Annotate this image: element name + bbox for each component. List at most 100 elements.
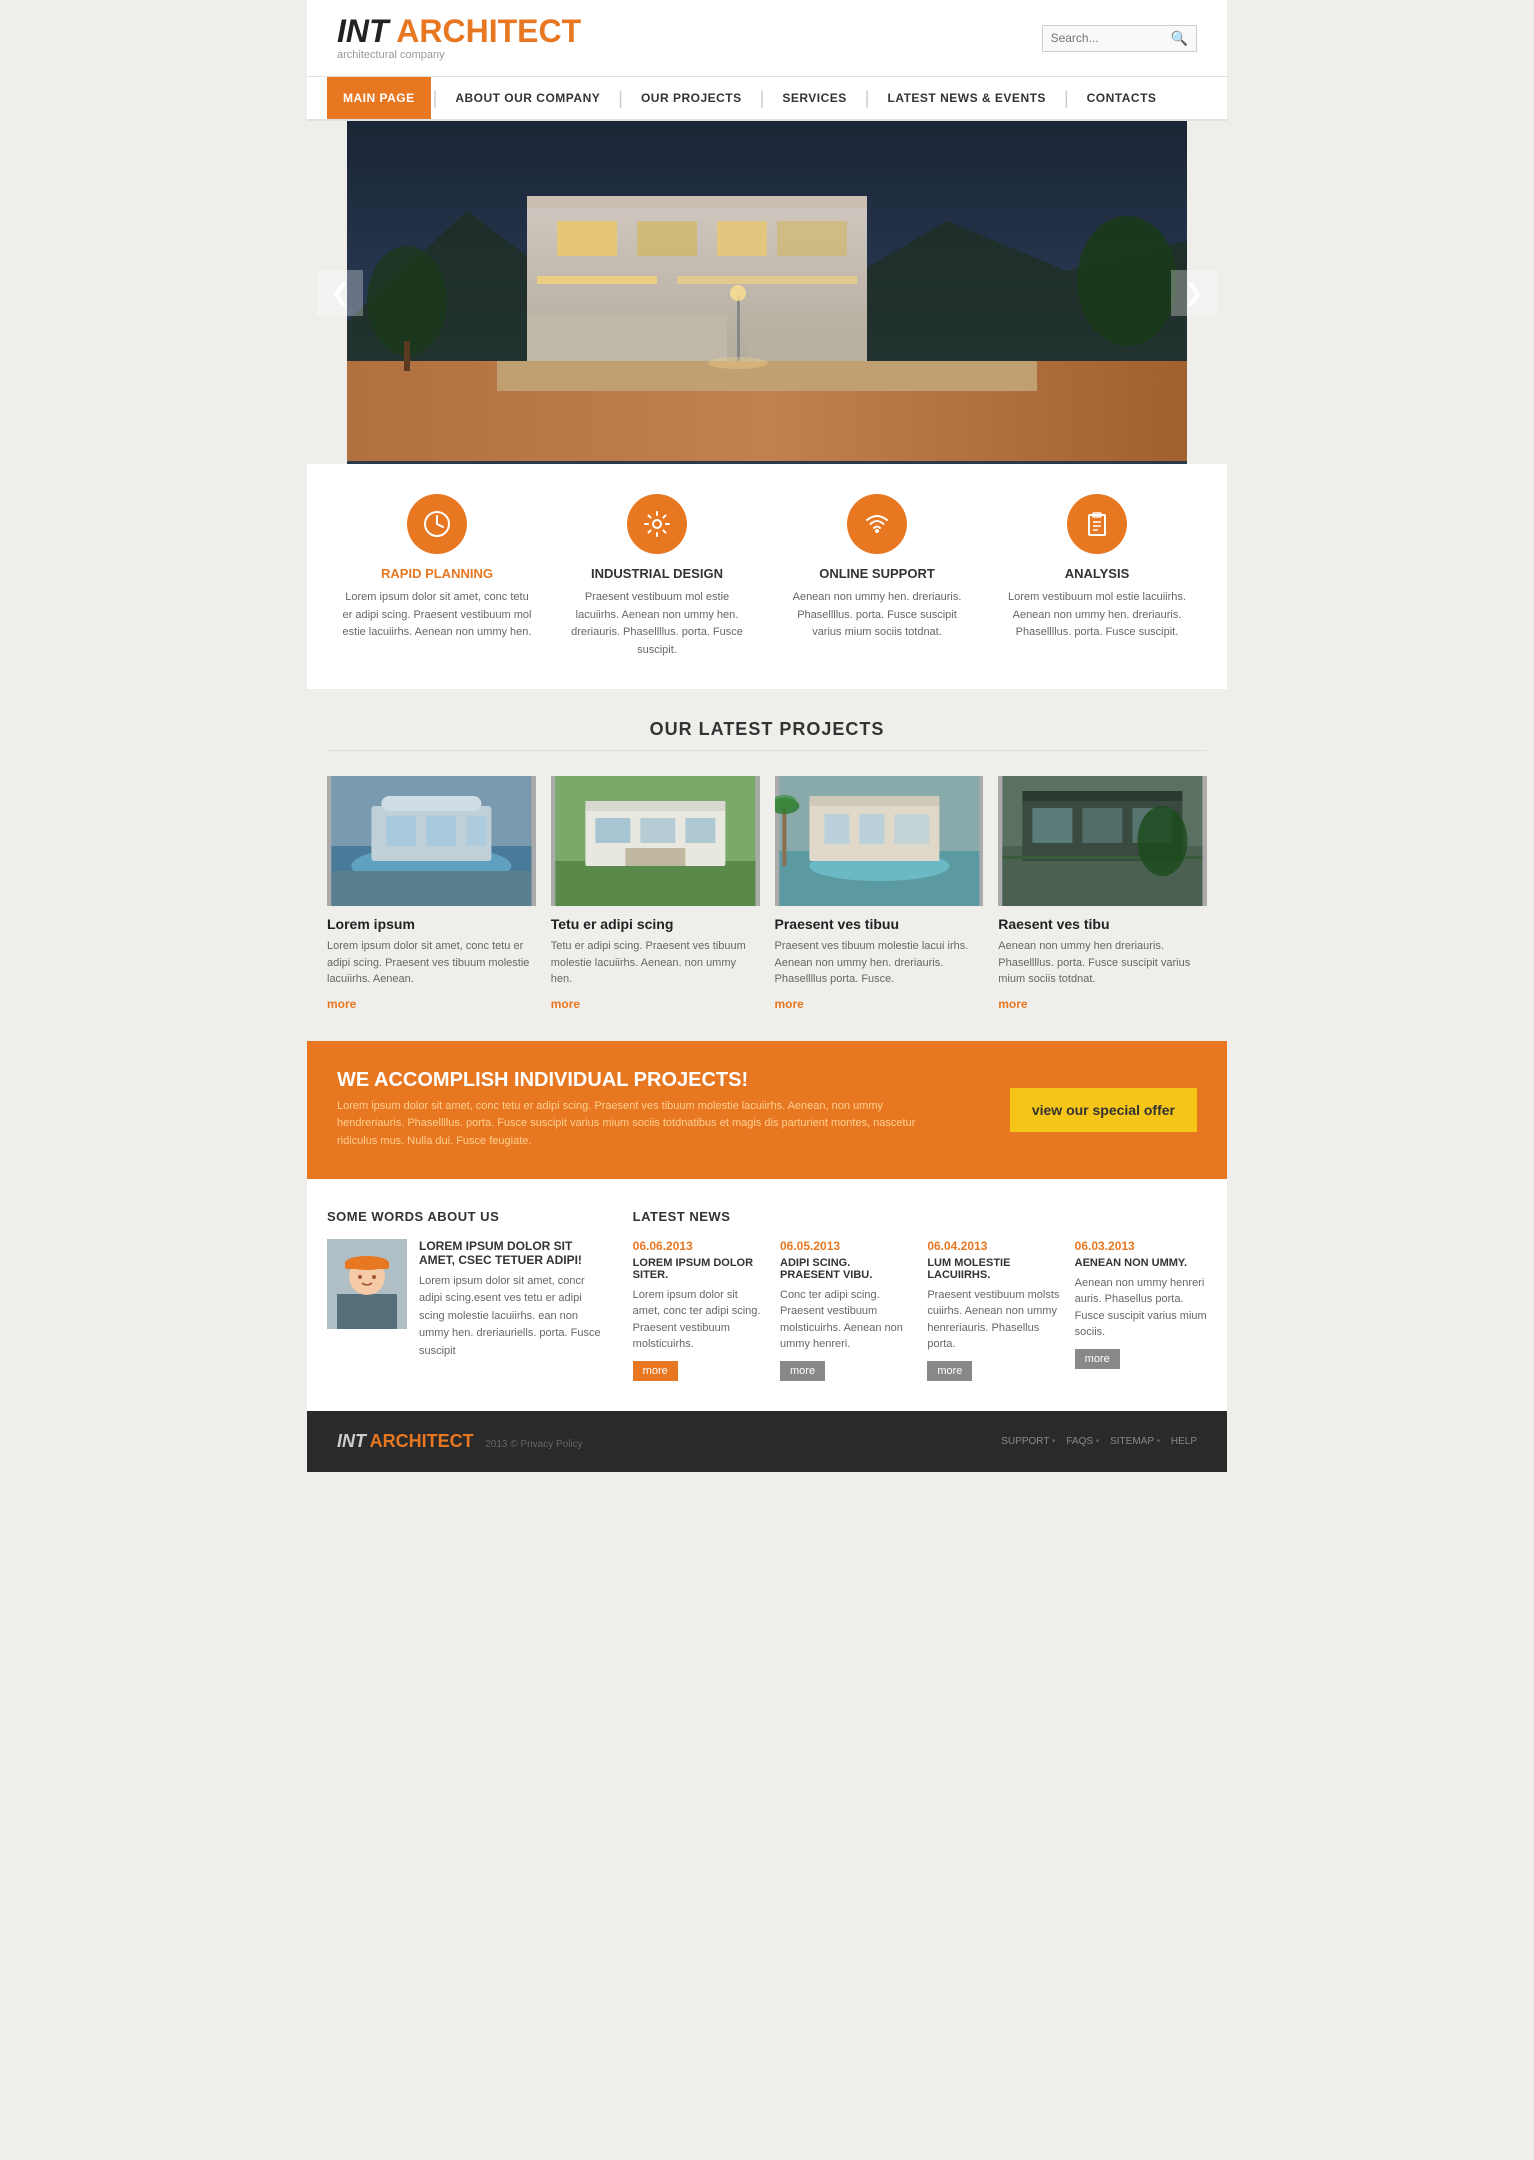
feature-icon-3 [1067, 494, 1127, 554]
nav-link-3[interactable]: SERVICES [766, 77, 862, 119]
navigation: MAIN PAGE|ABOUT OUR COMPANY|OUR PROJECTS… [307, 77, 1227, 121]
feature-desc-1: Praesent vestibuum mol estie lacuiirhs. … [562, 589, 752, 659]
news-date-2: 06.04.2013 [927, 1239, 1059, 1253]
news-item-1: 06.05.2013 ADIPI SCING. PRAESENT VIBU. C… [780, 1239, 912, 1381]
feature-desc-0: Lorem ipsum dolor sit amet, conc tetu er… [342, 589, 532, 642]
project-card-1: Tetu er adipi scing Tetu er adipi scing.… [551, 776, 760, 1011]
hero-next-arrow[interactable]: ❯ [1171, 270, 1217, 316]
logo-subtitle: architectural company [337, 49, 581, 61]
feature-item-2: ONLINE SUPPORT Aenean non ummy hen. drer… [767, 494, 987, 659]
project-title-2: Praesent ves tibuu [775, 916, 984, 932]
news-more-link-3[interactable]: more [1075, 1349, 1120, 1369]
news-desc-3: Aenean non ummy henreri auris. Phasellus… [1075, 1275, 1207, 1341]
footer-link-1[interactable]: FAQS [1066, 1436, 1093, 1447]
footer-copy: 2013 © Privacy Policy [485, 1439, 582, 1450]
cta-button[interactable]: view our special offer [1010, 1088, 1197, 1132]
nav-separator-4: | [1062, 88, 1071, 109]
hero-building-svg [347, 121, 1187, 461]
logo-arch: ARCHITECT [396, 13, 581, 49]
nav-link-1[interactable]: ABOUT OUR COMPANY [439, 77, 616, 119]
cta-banner: WE ACCOMPLISH INDIVIDUAL PROJECTS! Lorem… [307, 1041, 1227, 1179]
project-desc-1: Tetu er adipi scing. Praesent ves tibuum… [551, 938, 760, 988]
news-grid: 06.06.2013 LOREM IPSUM DOLOR SITER. Lore… [633, 1239, 1207, 1381]
about-content: LOREM IPSUM DOLOR SIT AMET, CSEC TETUER … [327, 1239, 603, 1361]
project-more-link-2[interactable]: more [775, 997, 804, 1011]
footer-link-2[interactable]: SITEMAP [1110, 1436, 1154, 1447]
project-image-3 [998, 776, 1207, 906]
hero-prev-arrow[interactable]: ❮ [317, 270, 363, 316]
news-more-link-0[interactable]: more [633, 1361, 678, 1381]
search-box[interactable]: 🔍 [1042, 25, 1197, 52]
news-item-3: 06.03.2013 AENEAN NON UMMY. Aenean non u… [1075, 1239, 1207, 1381]
feature-desc-3: Lorem vestibuum mol estie lacuiirhs. Aen… [1002, 589, 1192, 642]
footer-links-list: SUPPORT • FAQS • SITEMAP • HELP [993, 1436, 1197, 1447]
project-more-link-0[interactable]: more [327, 997, 356, 1011]
feature-title-1: INDUSTRIAL DESIGN [562, 566, 752, 581]
projects-divider [327, 750, 1207, 751]
news-desc-2: Praesent vestibuum molsts cuiirhs. Aenea… [927, 1287, 1059, 1353]
feature-title-0: RAPID PLANNING [342, 566, 532, 581]
nav-link-5[interactable]: CONTACTS [1071, 77, 1173, 119]
about-avatar [327, 1239, 407, 1329]
about-column: SOME WORDS ABOUT US [327, 1209, 603, 1381]
nav-link-2[interactable]: OUR PROJECTS [625, 77, 758, 119]
project-title-3: Raesent ves tibu [998, 916, 1207, 932]
cta-text-block: WE ACCOMPLISH INDIVIDUAL PROJECTS! Lorem… [337, 1069, 937, 1151]
nav-separator-3: | [863, 88, 872, 109]
news-date-0: 06.06.2013 [633, 1239, 765, 1253]
footer-link-0[interactable]: SUPPORT [1001, 1436, 1049, 1447]
search-input[interactable] [1051, 31, 1171, 45]
project-image-0 [327, 776, 536, 906]
projects-section: OUR LATEST PROJECTS Lorem ipsum Lorem ip… [307, 689, 1227, 1041]
nav-item-5[interactable]: CONTACTS [1071, 77, 1173, 119]
nav-separator-1: | [616, 88, 625, 109]
project-card-3: Raesent ves tibu Aenean non ummy hen dre… [998, 776, 1207, 1011]
avatar-svg [327, 1239, 407, 1329]
about-text-block: LOREM IPSUM DOLOR SIT AMET, CSEC TETUER … [419, 1239, 603, 1361]
feature-icon-1 [627, 494, 687, 554]
projects-grid: Lorem ipsum Lorem ipsum dolor sit amet, … [327, 776, 1207, 1011]
feature-item-3: ANALYSIS Lorem vestibuum mol estie lacui… [987, 494, 1207, 659]
nav-item-1[interactable]: ABOUT OUR COMPANY [439, 77, 616, 119]
nav-item-4[interactable]: LATEST NEWS & EVENTS [871, 77, 1061, 119]
bottom-section: SOME WORDS ABOUT US [307, 1179, 1227, 1411]
project-desc-2: Praesent ves tibuum molestie lacui irhs.… [775, 938, 984, 988]
news-date-3: 06.03.2013 [1075, 1239, 1207, 1253]
nav-link-4[interactable]: LATEST NEWS & EVENTS [871, 77, 1061, 119]
logo-int: INT [337, 13, 389, 49]
news-more-link-1[interactable]: more [780, 1361, 825, 1381]
hero-section: ❮ [347, 121, 1187, 464]
nav-item-3[interactable]: SERVICES [766, 77, 862, 119]
news-item-0: 06.06.2013 LOREM IPSUM DOLOR SITER. Lore… [633, 1239, 765, 1381]
features-section: RAPID PLANNING Lorem ipsum dolor sit ame… [307, 464, 1227, 689]
cta-title: WE ACCOMPLISH INDIVIDUAL PROJECTS! [337, 1069, 937, 1092]
project-title-1: Tetu er adipi scing [551, 916, 760, 932]
footer-link-3[interactable]: HELP [1171, 1436, 1197, 1447]
logo: INT ARCHITECT architectural company [337, 15, 581, 61]
project-image-2 [775, 776, 984, 906]
feature-icon-2 [847, 494, 907, 554]
footer-logo: INT ARCHITECT 2013 © Privacy Policy [337, 1431, 583, 1452]
feature-title-3: ANALYSIS [1002, 566, 1192, 581]
feature-icon-0 [407, 494, 467, 554]
nav-separator-2: | [758, 88, 767, 109]
news-date-1: 06.05.2013 [780, 1239, 912, 1253]
feature-title-2: ONLINE SUPPORT [782, 566, 972, 581]
project-more-link-1[interactable]: more [551, 997, 580, 1011]
search-button[interactable]: 🔍 [1171, 30, 1188, 47]
nav-item-2[interactable]: OUR PROJECTS [625, 77, 758, 119]
nav-link-0[interactable]: MAIN PAGE [327, 77, 431, 119]
nav-separator-0: | [431, 88, 440, 109]
footer: INT ARCHITECT 2013 © Privacy Policy SUPP… [307, 1411, 1227, 1472]
about-person-title: LOREM IPSUM DOLOR SIT AMET, CSEC TETUER … [419, 1239, 603, 1267]
news-column: LATEST NEWS 06.06.2013 LOREM IPSUM DOLOR… [633, 1209, 1207, 1381]
news-more-link-2[interactable]: more [927, 1361, 972, 1381]
cta-desc: Lorem ipsum dolor sit amet, conc tetu er… [337, 1098, 937, 1151]
project-more-link-3[interactable]: more [998, 997, 1027, 1011]
nav-item-0[interactable]: MAIN PAGE [327, 77, 431, 119]
news-title-1: ADIPI SCING. PRAESENT VIBU. [780, 1257, 912, 1281]
news-title-2: LUM MOLESTIE LACUIIRHS. [927, 1257, 1059, 1281]
news-title-3: AENEAN NON UMMY. [1075, 1257, 1207, 1269]
project-card-0: Lorem ipsum Lorem ipsum dolor sit amet, … [327, 776, 536, 1011]
header: INT ARCHITECT architectural company 🔍 [307, 0, 1227, 77]
